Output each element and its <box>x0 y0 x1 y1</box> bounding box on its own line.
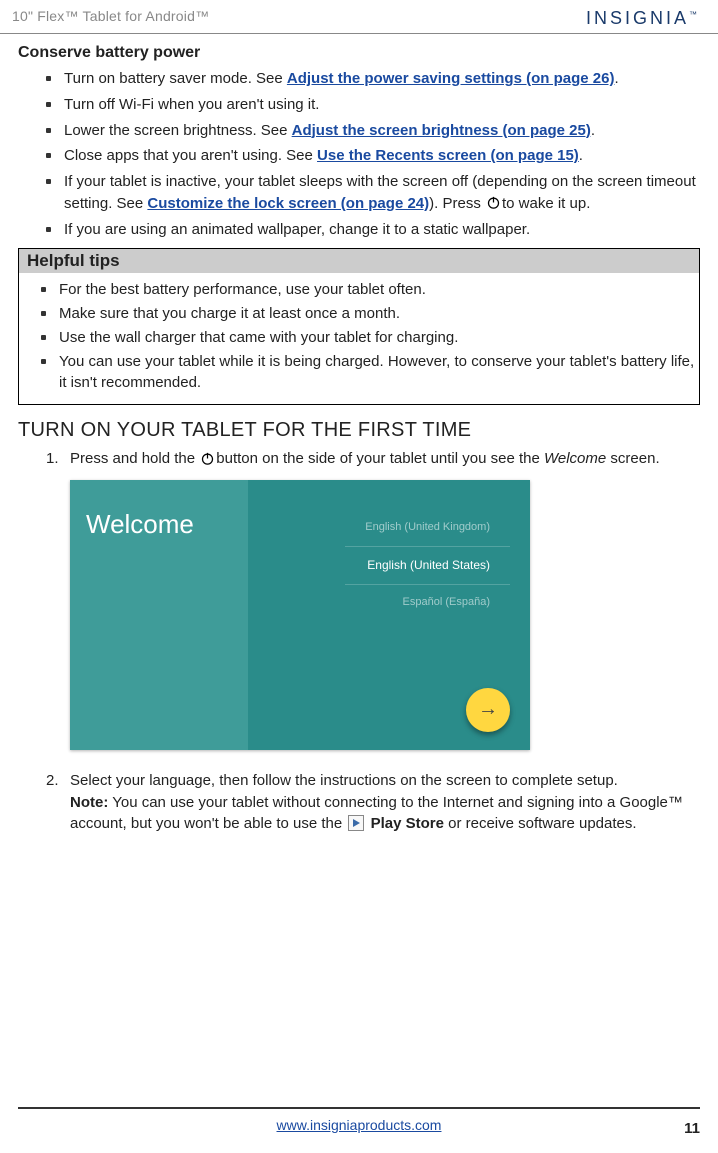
link-lockscreen[interactable]: Customize the lock screen (on page 24) <box>147 195 429 212</box>
link-brightness[interactable]: Adjust the screen brightness (on page 25… <box>292 122 591 139</box>
power-icon <box>200 451 215 466</box>
lang-option-1: English (United Kingdom) <box>345 510 510 546</box>
welcome-left-panel: Welcome <box>70 480 248 750</box>
firsttime-heading: TURN ON YOUR TABLET FOR THE FIRST TIME <box>18 419 700 442</box>
footer-link[interactable]: www.insigniaproducts.com <box>277 1117 442 1133</box>
conserve-list: Turn on battery saver mode. See Adjust t… <box>46 68 700 240</box>
conserve-item-5: If your tablet is inactive, your tablet … <box>46 171 700 215</box>
step-1: 1. Press and hold the button on the side… <box>46 448 700 764</box>
step-2-number: 2. <box>46 770 70 835</box>
tips-box: Helpful tips For the best battery perfor… <box>18 248 700 405</box>
step-1-number: 1. <box>46 448 70 764</box>
conserve-heading: Conserve battery power <box>18 44 700 62</box>
welcome-screenshot: Welcome English (United Kingdom) English… <box>70 480 530 750</box>
header-title: 10" Flex™ Tablet for Android™ <box>12 8 209 24</box>
tip-2: Make sure that you charge it at least on… <box>41 303 695 325</box>
language-list: English (United Kingdom) English (United… <box>345 510 510 621</box>
page-footer: www.insigniaproducts.com 11 <box>0 1107 718 1135</box>
lang-option-3: Español (España) <box>345 585 510 621</box>
conserve-item-4: Close apps that you aren't using. See Us… <box>46 145 700 167</box>
tips-heading: Helpful tips <box>19 249 699 273</box>
next-fab-button: → <box>466 688 510 732</box>
page-content: Conserve battery power Turn on battery s… <box>0 34 718 835</box>
arrow-right-icon: → <box>478 695 498 724</box>
conserve-item-2: Turn off Wi-Fi when you aren't using it. <box>46 94 700 116</box>
tip-3: Use the wall charger that came with your… <box>41 327 695 349</box>
note-label: Note: <box>70 794 108 811</box>
step-2: 2. Select your language, then follow the… <box>46 770 700 835</box>
tips-body: For the best battery performance, use yo… <box>19 273 699 404</box>
power-icon <box>486 195 501 210</box>
steps-list: 1. Press and hold the button on the side… <box>46 448 700 835</box>
tip-1: For the best battery performance, use yo… <box>41 279 695 301</box>
lang-option-selected: English (United States) <box>345 546 510 585</box>
play-store-icon <box>348 815 364 831</box>
conserve-item-3: Lower the screen brightness. See Adjust … <box>46 120 700 142</box>
link-recents[interactable]: Use the Recents screen (on page 15) <box>317 147 579 164</box>
conserve-item-6: If you are using an animated wallpaper, … <box>46 219 700 241</box>
conserve-item-1: Turn on battery saver mode. See Adjust t… <box>46 68 700 90</box>
welcome-label: Welcome <box>86 506 194 544</box>
brand-logo: INSIGNIA™ <box>586 8 700 29</box>
page-header: 10" Flex™ Tablet for Android™ INSIGNIA™ <box>0 0 718 34</box>
link-power-saving[interactable]: Adjust the power saving settings (on pag… <box>287 70 615 87</box>
tip-4: You can use your tablet while it is bein… <box>41 351 695 395</box>
page-number: 11 <box>684 1120 700 1137</box>
